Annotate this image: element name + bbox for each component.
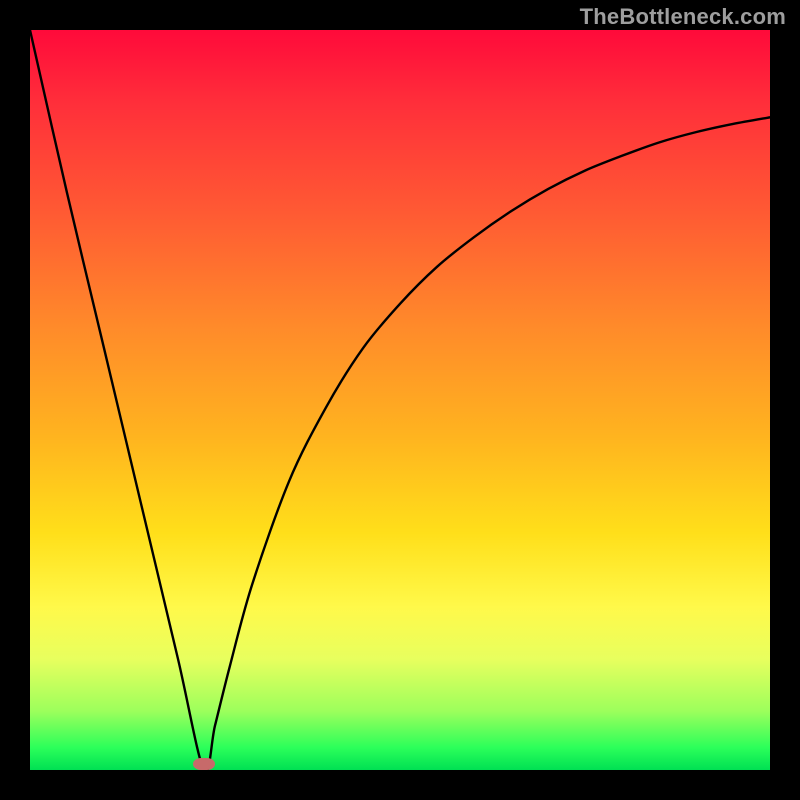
minimum-marker [193, 758, 215, 770]
plot-area [30, 30, 770, 770]
bottleneck-curve [30, 30, 770, 770]
watermark-text: TheBottleneck.com [580, 4, 786, 30]
chart-frame: TheBottleneck.com [0, 0, 800, 800]
